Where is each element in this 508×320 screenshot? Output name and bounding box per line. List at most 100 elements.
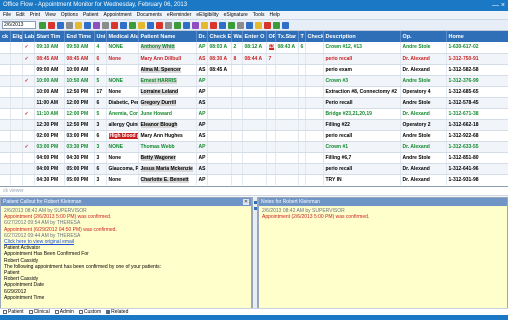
description-cell[interactable]: perio recall [323,163,401,175]
elig-cell[interactable] [10,53,23,65]
tx-start-cell[interactable]: 08:43 A [275,42,299,54]
column-header[interactable]: Home [446,31,508,42]
menu-item-edit[interactable]: Edit [16,12,25,18]
operator-cell[interactable]: Operatory 4 [400,86,447,98]
doctor-cell[interactable]: AS [196,64,208,76]
enter-op-cell[interactable] [242,97,267,109]
check-in-cell[interactable] [207,141,232,153]
alert-icon[interactable] [75,21,82,29]
checkbox[interactable] [78,310,83,314]
heart-icon[interactable] [111,21,118,29]
menu-item-print[interactable]: Print [30,12,40,18]
monitor-icon[interactable] [219,21,226,29]
operator-cell[interactable]: Dr. Alexand [400,141,447,153]
check-out-cell[interactable] [305,86,324,98]
wait-cell[interactable] [231,141,243,153]
medical-alert-cell[interactable]: None [106,152,139,164]
units-cell[interactable]: 17 [94,86,107,98]
calendar-icon[interactable] [57,21,64,29]
start-time-cell[interactable]: 04:00 PM [34,163,65,175]
units-cell[interactable]: 3 [94,119,107,131]
end-time-cell[interactable]: 10:00 AM [64,64,95,76]
home-phone-cell[interactable]: 1-312-851-80 [446,152,508,164]
table-row[interactable]: 12:30 PM 12:50 PM 3 allergy Quini Eleanor Bl… [0,119,508,131]
home-phone-cell[interactable]: 1-312-922-68 [446,130,508,142]
menu-item-patient[interactable]: Patient [83,12,99,18]
elig-cell[interactable] [10,152,23,164]
table-row[interactable]: ✓ 09:10 AM 09:50 AM 4 NONE Anthony Whitt AP 08:… [0,42,508,54]
lab-cell[interactable] [22,97,35,109]
elig-cell[interactable] [10,42,23,54]
medical-alert-cell[interactable]: None [106,86,139,98]
doctor-cell[interactable]: AP [196,108,208,120]
doctor-cell[interactable]: AS [196,97,208,109]
column-header[interactable]: End Time [64,31,95,42]
enter-op-cell[interactable] [242,174,267,185]
arrow-icon[interactable] [254,201,257,204]
check-out-cell[interactable] [305,97,324,109]
medical-alert-cell[interactable]: High blood p [106,130,139,142]
column-header[interactable]: Check E [207,31,232,42]
patient-name-cell[interactable]: Gregory Durrill [138,97,197,109]
phone-icon[interactable] [147,21,154,29]
op-cell[interactable] [266,119,276,131]
check-in-cell[interactable]: 08:03 A [207,42,232,54]
table-row[interactable]: 09:00 AM 10:00 AM 6 Alma M. Spencer AS 08:45 … [0,64,508,76]
end-time-cell[interactable]: 03:30 PM [64,141,95,153]
wait-cell[interactable]: 2 [231,42,243,54]
doctor-cell[interactable]: AP [196,86,208,98]
check-in-cell[interactable] [207,163,232,175]
operator-cell[interactable]: Dr. Alexand [400,108,447,120]
t-cell[interactable] [298,130,306,142]
t-cell[interactable] [298,64,306,76]
units-cell[interactable]: 6 [94,130,107,142]
lab-cell[interactable]: ✓ [22,108,35,120]
flag-icon[interactable] [264,21,271,29]
column-header[interactable]: ck [0,31,11,42]
wait-cell[interactable] [231,97,243,109]
wait-cell[interactable] [231,119,243,131]
start-time-cell[interactable]: 08:45 AM [34,53,65,65]
window-controls[interactable]: — × [492,0,505,11]
doctor-cell[interactable]: AP [196,141,208,153]
t-cell[interactable] [298,152,306,164]
wait-cell[interactable] [231,75,243,87]
mark-cell[interactable] [0,75,11,87]
units-cell[interactable]: 6 [94,97,107,109]
home-phone-cell[interactable]: 1-312-685-65 [446,86,508,98]
menu-item-esignature[interactable]: eSignature [224,12,248,18]
elig-cell[interactable] [10,75,23,87]
tx-start-cell[interactable] [275,64,299,76]
check-in-cell[interactable] [207,75,232,87]
units-cell[interactable]: 3 [94,141,107,153]
menu-item-file[interactable]: File [3,12,11,18]
check-out-cell[interactable] [305,163,324,175]
elig-cell[interactable] [10,86,23,98]
enter-op-cell[interactable] [242,108,267,120]
units-cell[interactable]: 6 [94,64,107,76]
tx-start-cell[interactable] [275,97,299,109]
mark-cell[interactable] [0,53,11,65]
medical-alert-cell[interactable]: NONE [106,75,139,87]
check-out-cell[interactable] [305,64,324,76]
enter-op-cell[interactable] [242,141,267,153]
patient-name-cell[interactable]: Mary Ann Dillbull [138,53,197,65]
home-phone-cell[interactable]: 1-630-617-02 [446,42,508,54]
end-time-cell[interactable]: 12:00 PM [64,108,95,120]
tx-start-cell[interactable] [275,86,299,98]
lab-cell[interactable]: ✓ [22,42,35,54]
check-out-cell[interactable] [305,108,324,120]
op-cell[interactable] [266,174,276,185]
menu-item-tools[interactable]: Tools [253,12,265,18]
doctor-cell[interactable]: AP [196,174,208,185]
description-cell[interactable]: Crown #3 [323,75,401,87]
enter-op-cell[interactable] [242,152,267,164]
mark-cell[interactable] [0,86,11,98]
document-icon[interactable] [183,21,190,29]
elig-cell[interactable] [10,174,23,185]
column-header[interactable]: Dr. [196,31,208,42]
check-in-cell[interactable] [207,152,232,164]
table-row[interactable]: ✓ 11:10 AM 12:00 PM 5 Anemia, Con June Howard… [0,108,508,120]
patient-name-cell[interactable]: Betty Wagoner [138,152,197,164]
chart-icon[interactable] [174,21,181,29]
